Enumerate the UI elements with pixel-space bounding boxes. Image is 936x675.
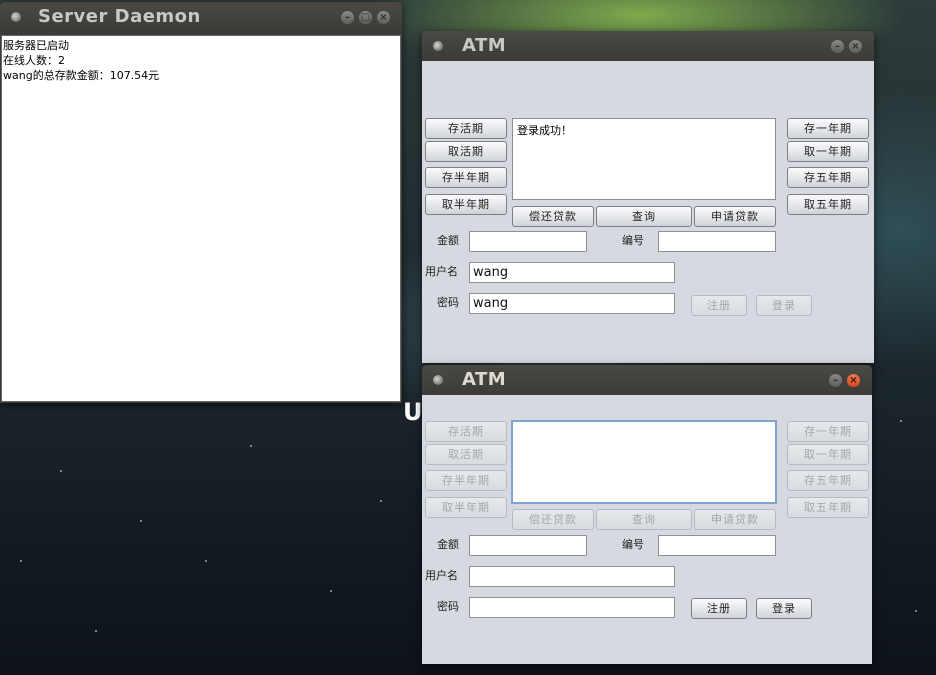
id-label: 编号 [622, 538, 644, 551]
maximize-icon[interactable]: □ [359, 11, 372, 24]
deposit-one-year-button[interactable]: 存一年期 [787, 118, 869, 139]
id-input[interactable] [658, 231, 776, 252]
output-textarea[interactable]: 登录成功！ [512, 118, 776, 200]
close-icon[interactable]: × [377, 11, 390, 24]
apply-loan-button[interactable]: 申请贷款 [694, 206, 776, 227]
amount-label: 金额 [437, 234, 459, 247]
deposit-half-year-button[interactable]: 存半年期 [425, 167, 507, 188]
withdraw-one-year-button[interactable]: 取一年期 [787, 444, 869, 465]
close-icon[interactable]: × [849, 40, 862, 53]
withdraw-one-year-button[interactable]: 取一年期 [787, 141, 869, 162]
password-input[interactable] [469, 597, 675, 618]
output-textarea[interactable] [511, 420, 777, 504]
login-button[interactable]: 登录 [756, 295, 812, 316]
username-label: 用户名 [425, 265, 458, 278]
amount-input[interactable] [469, 535, 587, 556]
username-label: 用户名 [425, 569, 458, 582]
log-line: 服务器已启动 [3, 39, 69, 52]
deposit-current-button[interactable]: 存活期 [425, 118, 507, 139]
minimize-icon[interactable]: – [831, 40, 844, 53]
deposit-half-year-button[interactable]: 存半年期 [425, 470, 507, 491]
deposit-one-year-button[interactable]: 存一年期 [787, 421, 869, 442]
amount-label: 金额 [437, 538, 459, 551]
atm-body: 存活期 取活期 存半年期 取半年期 登录成功！ 存一年期 取一年期 存五年期 取… [422, 61, 874, 363]
query-button[interactable]: 查询 [596, 509, 692, 530]
withdraw-five-year-button[interactable]: 取五年期 [787, 497, 869, 518]
atm-titlebar[interactable]: ATM – × [422, 365, 872, 395]
atm-window-logged-out: ATM – × 存活期 取活期 存半年期 取半年期 存一年期 取一年期 存五年期… [422, 365, 872, 664]
username-input[interactable] [469, 566, 675, 587]
withdraw-current-button[interactable]: 取活期 [425, 444, 507, 465]
log-line: wang的总存款金额：107.54元 [3, 69, 160, 82]
atm-window-title: ATM [462, 35, 507, 56]
output-text: 登录成功！ [517, 124, 572, 137]
withdraw-current-button[interactable]: 取活期 [425, 141, 507, 162]
deposit-current-button[interactable]: 存活期 [425, 421, 507, 442]
window-menu-icon[interactable] [433, 41, 443, 51]
minimize-icon[interactable]: – [829, 374, 842, 387]
password-input[interactable]: wang [469, 293, 675, 314]
desktop-partial-text: U [403, 398, 423, 426]
repay-loan-button[interactable]: 偿还贷款 [512, 509, 594, 530]
window-menu-icon[interactable] [433, 375, 443, 385]
minimize-icon[interactable]: – [341, 11, 354, 24]
id-label: 编号 [622, 234, 644, 247]
query-button[interactable]: 查询 [596, 206, 692, 227]
window-menu-icon[interactable] [11, 12, 21, 22]
login-button[interactable]: 登录 [756, 598, 812, 619]
withdraw-half-year-button[interactable]: 取半年期 [425, 497, 507, 518]
atm-body: 存活期 取活期 存半年期 取半年期 存一年期 取一年期 存五年期 取五年期 偿还… [422, 395, 872, 664]
server-window-title: Server Daemon [38, 6, 201, 27]
withdraw-five-year-button[interactable]: 取五年期 [787, 194, 869, 215]
register-button[interactable]: 注册 [691, 598, 747, 619]
amount-input[interactable] [469, 231, 587, 252]
apply-loan-button[interactable]: 申请贷款 [694, 509, 776, 530]
password-label: 密码 [437, 296, 459, 309]
repay-loan-button[interactable]: 偿还贷款 [512, 206, 594, 227]
atm-window-title: ATM [462, 369, 507, 390]
deposit-five-year-button[interactable]: 存五年期 [787, 470, 869, 491]
register-button[interactable]: 注册 [691, 295, 747, 316]
server-log-area[interactable]: 服务器已启动 在线人数：2 wang的总存款金额：107.54元 [1, 35, 401, 402]
password-label: 密码 [437, 600, 459, 613]
username-input[interactable]: wang [469, 262, 675, 283]
atm-window-logged-in: ATM – × 存活期 取活期 存半年期 取半年期 登录成功！ 存一年期 取一年… [422, 31, 874, 363]
close-icon[interactable]: × [847, 374, 860, 387]
server-titlebar[interactable]: Server Daemon – □ × [0, 2, 402, 32]
id-input[interactable] [658, 535, 776, 556]
log-line: 在线人数：2 [3, 54, 65, 67]
deposit-five-year-button[interactable]: 存五年期 [787, 167, 869, 188]
atm-titlebar[interactable]: ATM – × [422, 31, 874, 61]
server-daemon-window: Server Daemon – □ × 服务器已启动 在线人数：2 wang的总… [0, 2, 402, 403]
withdraw-half-year-button[interactable]: 取半年期 [425, 194, 507, 215]
